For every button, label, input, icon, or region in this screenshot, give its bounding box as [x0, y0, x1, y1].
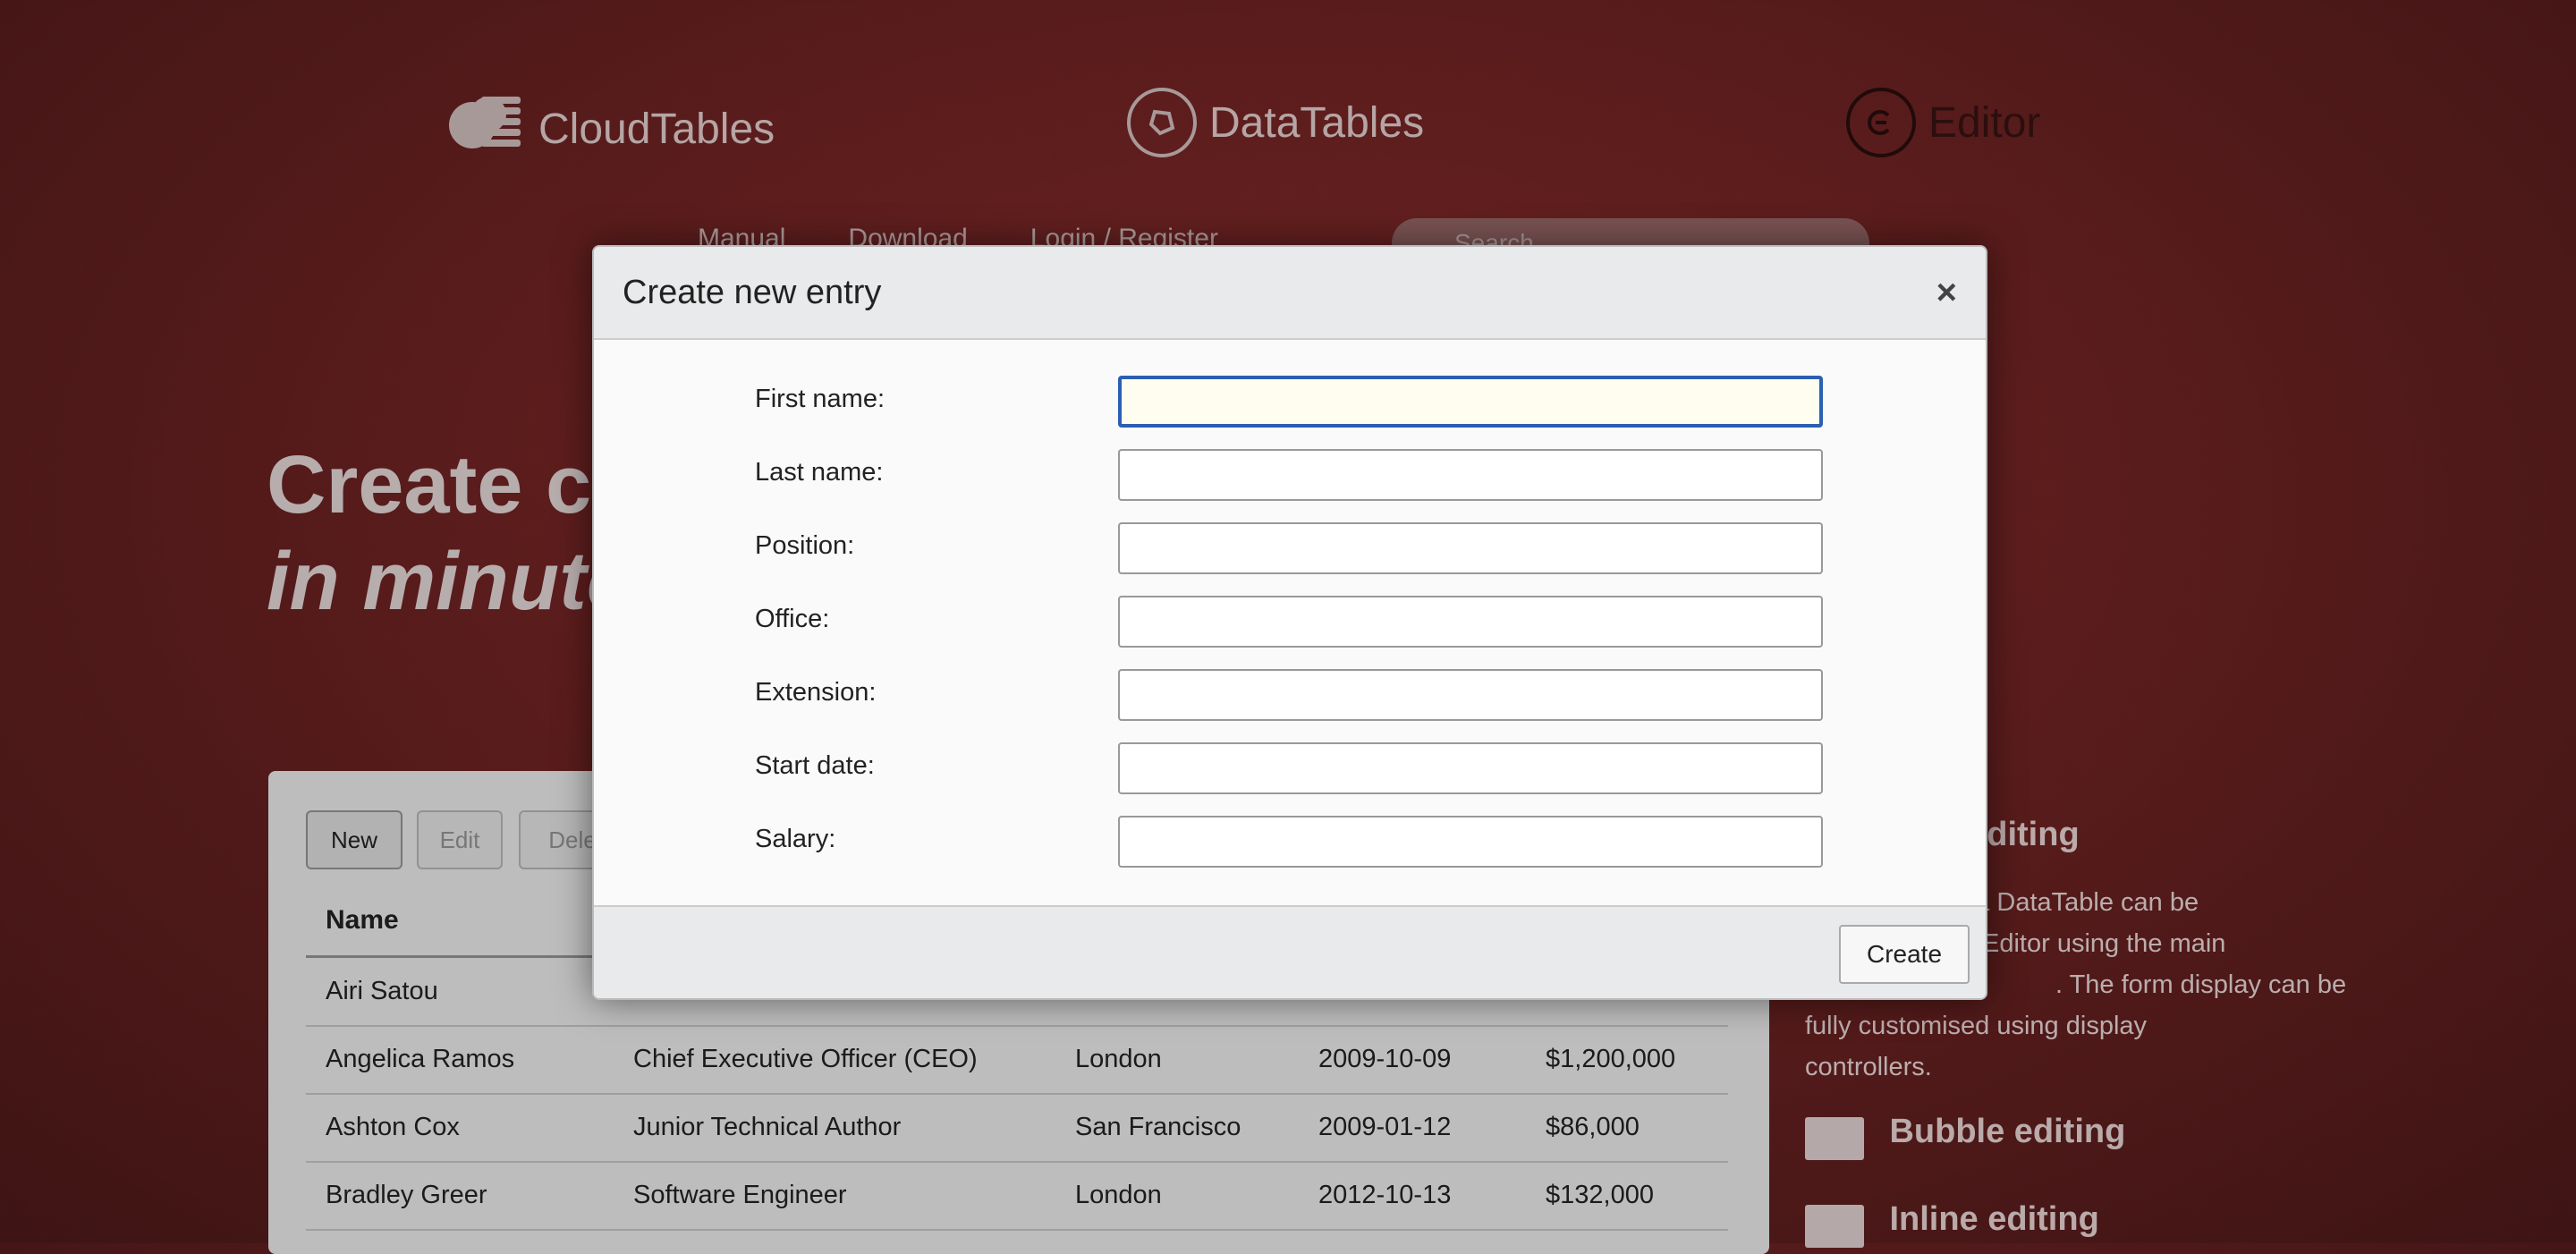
cell-position: Junior Technical Author [633, 1112, 902, 1141]
extension-input[interactable] [1118, 669, 1823, 721]
feature-bubble-editing[interactable]: Bubble editing [1805, 1113, 2125, 1160]
field-label: Extension: [755, 678, 877, 707]
cloud-icon [445, 88, 526, 170]
cell-office: London [1075, 1180, 1162, 1209]
cell-start-date: 2012-10-13 [1318, 1180, 1452, 1209]
cell-position: Software Engineer [633, 1180, 847, 1209]
cell-office: London [1075, 1044, 1162, 1073]
table-row[interactable]: Ashton Cox Junior Technical Author San F… [306, 1093, 1728, 1163]
create-entry-dialog: Create new entry × First name: Last name… [592, 245, 1987, 1000]
hero-line-1: Create cu [267, 439, 642, 530]
edit-button[interactable]: Edit [417, 810, 503, 869]
feature-text: controllers. [1805, 1053, 1932, 1081]
office-input[interactable] [1118, 596, 1823, 648]
field-office: Office: [594, 596, 1986, 649]
first-name-input[interactable] [1118, 376, 1823, 428]
brand-name: Editor [1928, 98, 2041, 147]
brand-datatables[interactable]: DataTables [1127, 88, 1424, 157]
create-button[interactable]: Create [1839, 925, 1970, 984]
table-row[interactable]: Bradley Greer Software Engineer London 2… [306, 1161, 1728, 1231]
brand-editor[interactable]: Editor [1846, 88, 2040, 157]
brand-name: CloudTables [538, 105, 775, 153]
dialog-header: Create new entry × [594, 247, 1986, 340]
feature-title: Bubble editing [1889, 1113, 2126, 1150]
editor-logo-icon [1846, 88, 1916, 157]
new-button[interactable]: New [306, 810, 402, 869]
cell-start-date: 2009-01-12 [1318, 1112, 1452, 1141]
dialog-form: First name: Last name: Position: Office:… [594, 340, 1986, 905]
cell-salary: $1,200,000 [1546, 1044, 1676, 1073]
cell-position: Chief Executive Officer (CEO) [633, 1044, 978, 1073]
table-row[interactable]: Angelica Ramos Chief Executive Officer (… [306, 1025, 1728, 1095]
bubble-editing-icon [1805, 1116, 1864, 1160]
field-extension: Extension: [594, 669, 1986, 723]
field-label: Position: [755, 531, 855, 560]
field-label: First name: [755, 385, 886, 413]
field-label: Start date: [755, 751, 875, 780]
brand-cloudtables[interactable]: CloudTables [445, 88, 775, 170]
start-date-input[interactable] [1118, 742, 1823, 794]
cell-salary: $132,000 [1546, 1180, 1654, 1209]
hero-line-2: in minute [267, 536, 632, 627]
position-input[interactable] [1118, 522, 1823, 574]
datatables-logo-icon [1127, 88, 1197, 157]
field-label: Last name: [755, 458, 884, 487]
cell-office: San Francisco [1075, 1112, 1241, 1141]
field-salary: Salary: [594, 816, 1986, 869]
cell-salary: $86,000 [1546, 1112, 1640, 1141]
field-last-name: Last name: [594, 449, 1986, 503]
field-start-date: Start date: [594, 742, 1986, 796]
field-position: Position: [594, 522, 1986, 576]
dialog-title: Create new entry [623, 273, 882, 311]
field-first-name: First name: [594, 376, 1986, 429]
feature-inline-editing[interactable]: Inline editing [1805, 1200, 2099, 1248]
cell-name: Bradley Greer [326, 1180, 487, 1209]
cell-name: Angelica Ramos [326, 1044, 515, 1073]
cell-name: Ashton Cox [326, 1112, 460, 1141]
field-label: Office: [755, 605, 830, 633]
close-icon[interactable]: × [1936, 273, 1957, 313]
column-header-name[interactable]: Name [306, 905, 399, 936]
feature-title: Inline editing [1889, 1200, 2099, 1238]
hero-heading: Create cu in minute [267, 436, 641, 630]
cell-name: Airi Satou [326, 976, 438, 1005]
last-name-input[interactable] [1118, 449, 1823, 501]
dialog-footer: Create [594, 905, 1986, 998]
brand-name: DataTables [1209, 98, 1425, 147]
inline-editing-icon [1805, 1204, 1864, 1248]
salary-input[interactable] [1118, 816, 1823, 868]
feature-text: fully customised using display [1805, 1012, 2148, 1040]
cell-start-date: 2009-10-09 [1318, 1044, 1452, 1073]
field-label: Salary: [755, 825, 836, 853]
